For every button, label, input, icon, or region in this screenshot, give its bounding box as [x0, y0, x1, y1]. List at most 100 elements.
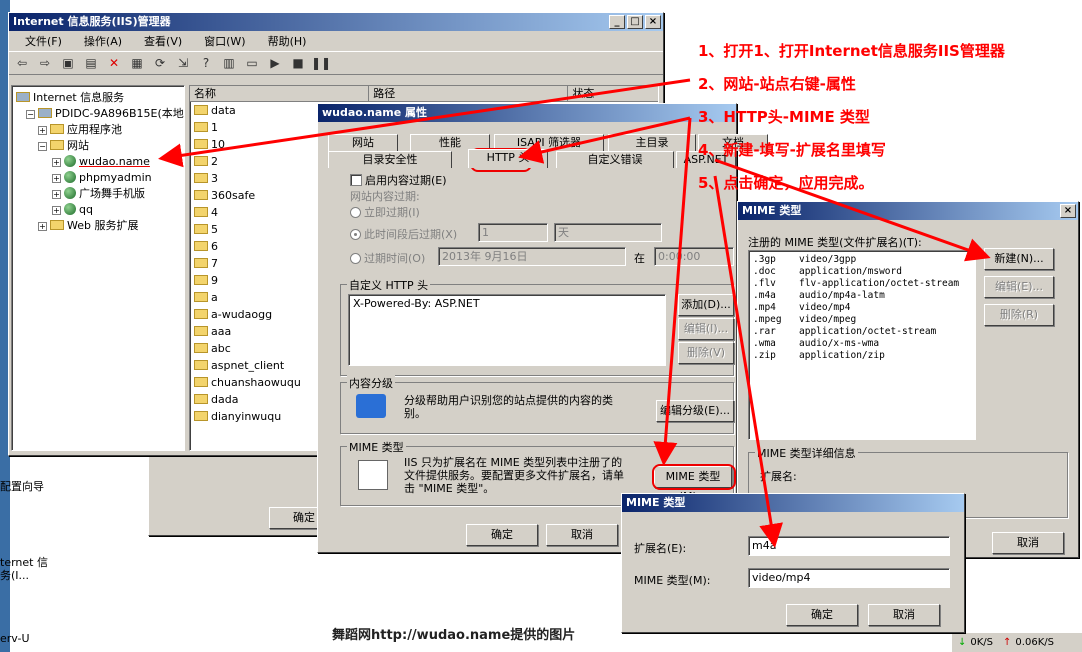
desktop-icon-servu-label[interactable]: erv-U: [0, 632, 30, 645]
tree-site-phpmyadmin[interactable]: + phpmyadmin: [16, 170, 184, 186]
tab-website[interactable]: 网站: [328, 134, 398, 151]
expire-on-date[interactable]: 2013年 9月16日: [438, 247, 626, 266]
edit-header-button[interactable]: 编辑(I)...: [678, 318, 734, 340]
tree-apppool[interactable]: + 应用程序池: [16, 122, 184, 138]
iis-title: Internet 信息服务(IIS)管理器: [13, 15, 171, 28]
expire-after-value[interactable]: 1: [478, 223, 548, 242]
tree-site-mobile[interactable]: + 广场舞手机版: [16, 186, 184, 202]
menu-file[interactable]: 文件(F): [13, 33, 72, 49]
properties-ok-button[interactable]: 确定: [466, 524, 538, 546]
delete-header-button[interactable]: 删除(V): [678, 342, 734, 364]
up-folder-icon[interactable]: ▣: [59, 54, 77, 72]
tree-site-qq-label: qq: [79, 203, 93, 216]
help-icon[interactable]: ?: [197, 54, 215, 72]
minimize-icon[interactable]: _: [609, 15, 625, 29]
tree-site-wudao[interactable]: + wudao.name: [16, 154, 184, 170]
tree-websites-label: 网站: [67, 139, 89, 152]
refresh-icon[interactable]: ⟳: [151, 54, 169, 72]
mime-type-field[interactable]: video/mp4: [748, 568, 950, 588]
mime-list-item[interactable]: .mpeg video/mpeg: [753, 314, 971, 326]
play-icon[interactable]: ▶: [266, 54, 284, 72]
properties-dialog: wudao.name 属性 网站 性能 ISAPI 筛选器 主目录 文档 目录安…: [317, 103, 768, 553]
mime-type: audio/mp4a-latm: [799, 290, 885, 301]
tree-websites[interactable]: − 网站: [16, 138, 184, 154]
mime-type-list[interactable]: .3gp video/3gpp .doc application/msword .flv…: [748, 250, 976, 440]
mime-list-item[interactable]: .flv flv-application/octet-stream: [753, 278, 971, 290]
maximize-icon[interactable]: □: [627, 15, 643, 29]
custom-headers-list[interactable]: X-Powered-By: ASP.NET: [348, 294, 666, 366]
expire-on-radio[interactable]: 过期时间(O): [350, 250, 425, 266]
pause-icon[interactable]: ❚❚: [311, 54, 331, 72]
edit-rating-button[interactable]: 编辑分级(E)...: [656, 400, 734, 422]
mime-list-item[interactable]: .rar application/octet-stream: [753, 326, 971, 338]
mime-details-ext-label: 扩展名:: [760, 470, 797, 483]
mime-list-item[interactable]: .wma audio/x-ms-wma: [753, 338, 971, 350]
expire-now-radio[interactable]: 立即过期(I): [350, 204, 420, 220]
mime-ext: .flv: [753, 278, 776, 289]
file-name: dianyinwuqu: [211, 410, 282, 423]
tree-webext[interactable]: + Web 服务扩展: [16, 218, 184, 234]
col-status[interactable]: 状态: [568, 86, 658, 101]
properties-icon[interactable]: ▦: [128, 54, 146, 72]
add-header-button[interactable]: 添加(D)...: [678, 294, 734, 316]
status-bar: ↓ 0K/S ↑ 0.06K/S: [952, 632, 1082, 652]
mime-list-item[interactable]: .zip application/zip: [753, 350, 971, 362]
instruction-3: 3、HTTP头-MIME 类型: [698, 108, 870, 126]
mime-edit-button[interactable]: 编辑(E)...: [984, 276, 1054, 298]
menu-action[interactable]: 操作(A): [72, 33, 132, 49]
mime-list-item[interactable]: .doc application/msword: [753, 266, 971, 278]
forward-icon[interactable]: ⇨: [36, 54, 54, 72]
show-tree-icon[interactable]: ▤: [82, 54, 100, 72]
mime-ext: .mp4: [753, 302, 776, 313]
rating-icon: [356, 394, 386, 418]
col-path[interactable]: 路径: [369, 86, 569, 101]
mime-edit-ok-button[interactable]: 确定: [786, 604, 858, 626]
tree-site-qq[interactable]: + qq: [16, 202, 184, 218]
back-icon[interactable]: ⇦: [13, 54, 31, 72]
mime-list-item[interactable]: .m4a audio/mp4a-latm: [753, 290, 971, 302]
properties-cancel-button[interactable]: 取消: [546, 524, 618, 546]
export-icon[interactable]: ⇲: [174, 54, 192, 72]
desktop-icon-iis-label[interactable]: ternet 信 务(I...: [0, 556, 48, 582]
expire-on-time[interactable]: 0:00:00: [654, 247, 734, 266]
menu-view[interactable]: 查看(V): [132, 33, 192, 49]
mime-edit-cancel-button[interactable]: 取消: [868, 604, 940, 626]
tab-custom-errors[interactable]: 自定义错误: [556, 151, 674, 168]
folder-icon: [194, 326, 208, 336]
desktop-icon-label[interactable]: 配置向导: [0, 480, 44, 493]
folder-icon: [194, 377, 208, 387]
stop-icon[interactable]: ■: [289, 54, 307, 72]
close-icon[interactable]: ×: [645, 15, 661, 29]
expire-after-radio[interactable]: 此时间段后过期(X): [350, 226, 457, 242]
delete-icon[interactable]: ✕: [105, 54, 123, 72]
col-name[interactable]: 名称: [190, 86, 370, 101]
mime-list-cancel-button[interactable]: 取消: [992, 532, 1064, 554]
mime-type: audio/x-ms-wma: [799, 338, 880, 349]
tab-http-headers[interactable]: HTTP 头: [468, 149, 548, 168]
console-icon[interactable]: ▥: [220, 54, 238, 72]
tree-server[interactable]: − PDIDC-9A896B15E(本地计: [16, 106, 184, 122]
mime-ext: .3gp: [753, 254, 776, 265]
menu-help[interactable]: 帮助(H): [256, 33, 317, 49]
tree-site-wudao-label: wudao.name: [79, 155, 150, 168]
mime-list-close-icon[interactable]: ×: [1060, 204, 1076, 218]
tree-server-label: PDIDC-9A896B15E(本地计: [55, 107, 185, 120]
file-name: aaa: [211, 325, 232, 338]
computer-icon[interactable]: ▭: [243, 54, 261, 72]
mime-delete-button[interactable]: 删除(R): [984, 304, 1054, 326]
file-name: abc: [211, 342, 231, 355]
mime-ext: .rar: [753, 326, 776, 337]
mime-list-title: MIME 类型: [742, 204, 802, 217]
tab-homedir[interactable]: 主目录: [608, 134, 696, 151]
custom-header-item[interactable]: X-Powered-By: ASP.NET: [353, 297, 480, 310]
tree-root[interactable]: Internet 信息服务: [16, 90, 184, 106]
mime-list-item[interactable]: .3gp video/3gpp: [753, 254, 971, 266]
expire-after-unit[interactable]: 天: [554, 223, 662, 242]
tab-dir-security[interactable]: 目录安全性: [328, 151, 452, 168]
mime-new-button[interactable]: 新建(N)...: [984, 248, 1054, 270]
folder-icon: [194, 122, 208, 132]
ext-field[interactable]: m4a: [748, 536, 950, 556]
mime-list-item[interactable]: .mp4 video/mp4: [753, 302, 971, 314]
enable-expire-check[interactable]: 启用内容过期(E): [350, 172, 447, 188]
menu-window[interactable]: 窗口(W): [192, 33, 255, 49]
